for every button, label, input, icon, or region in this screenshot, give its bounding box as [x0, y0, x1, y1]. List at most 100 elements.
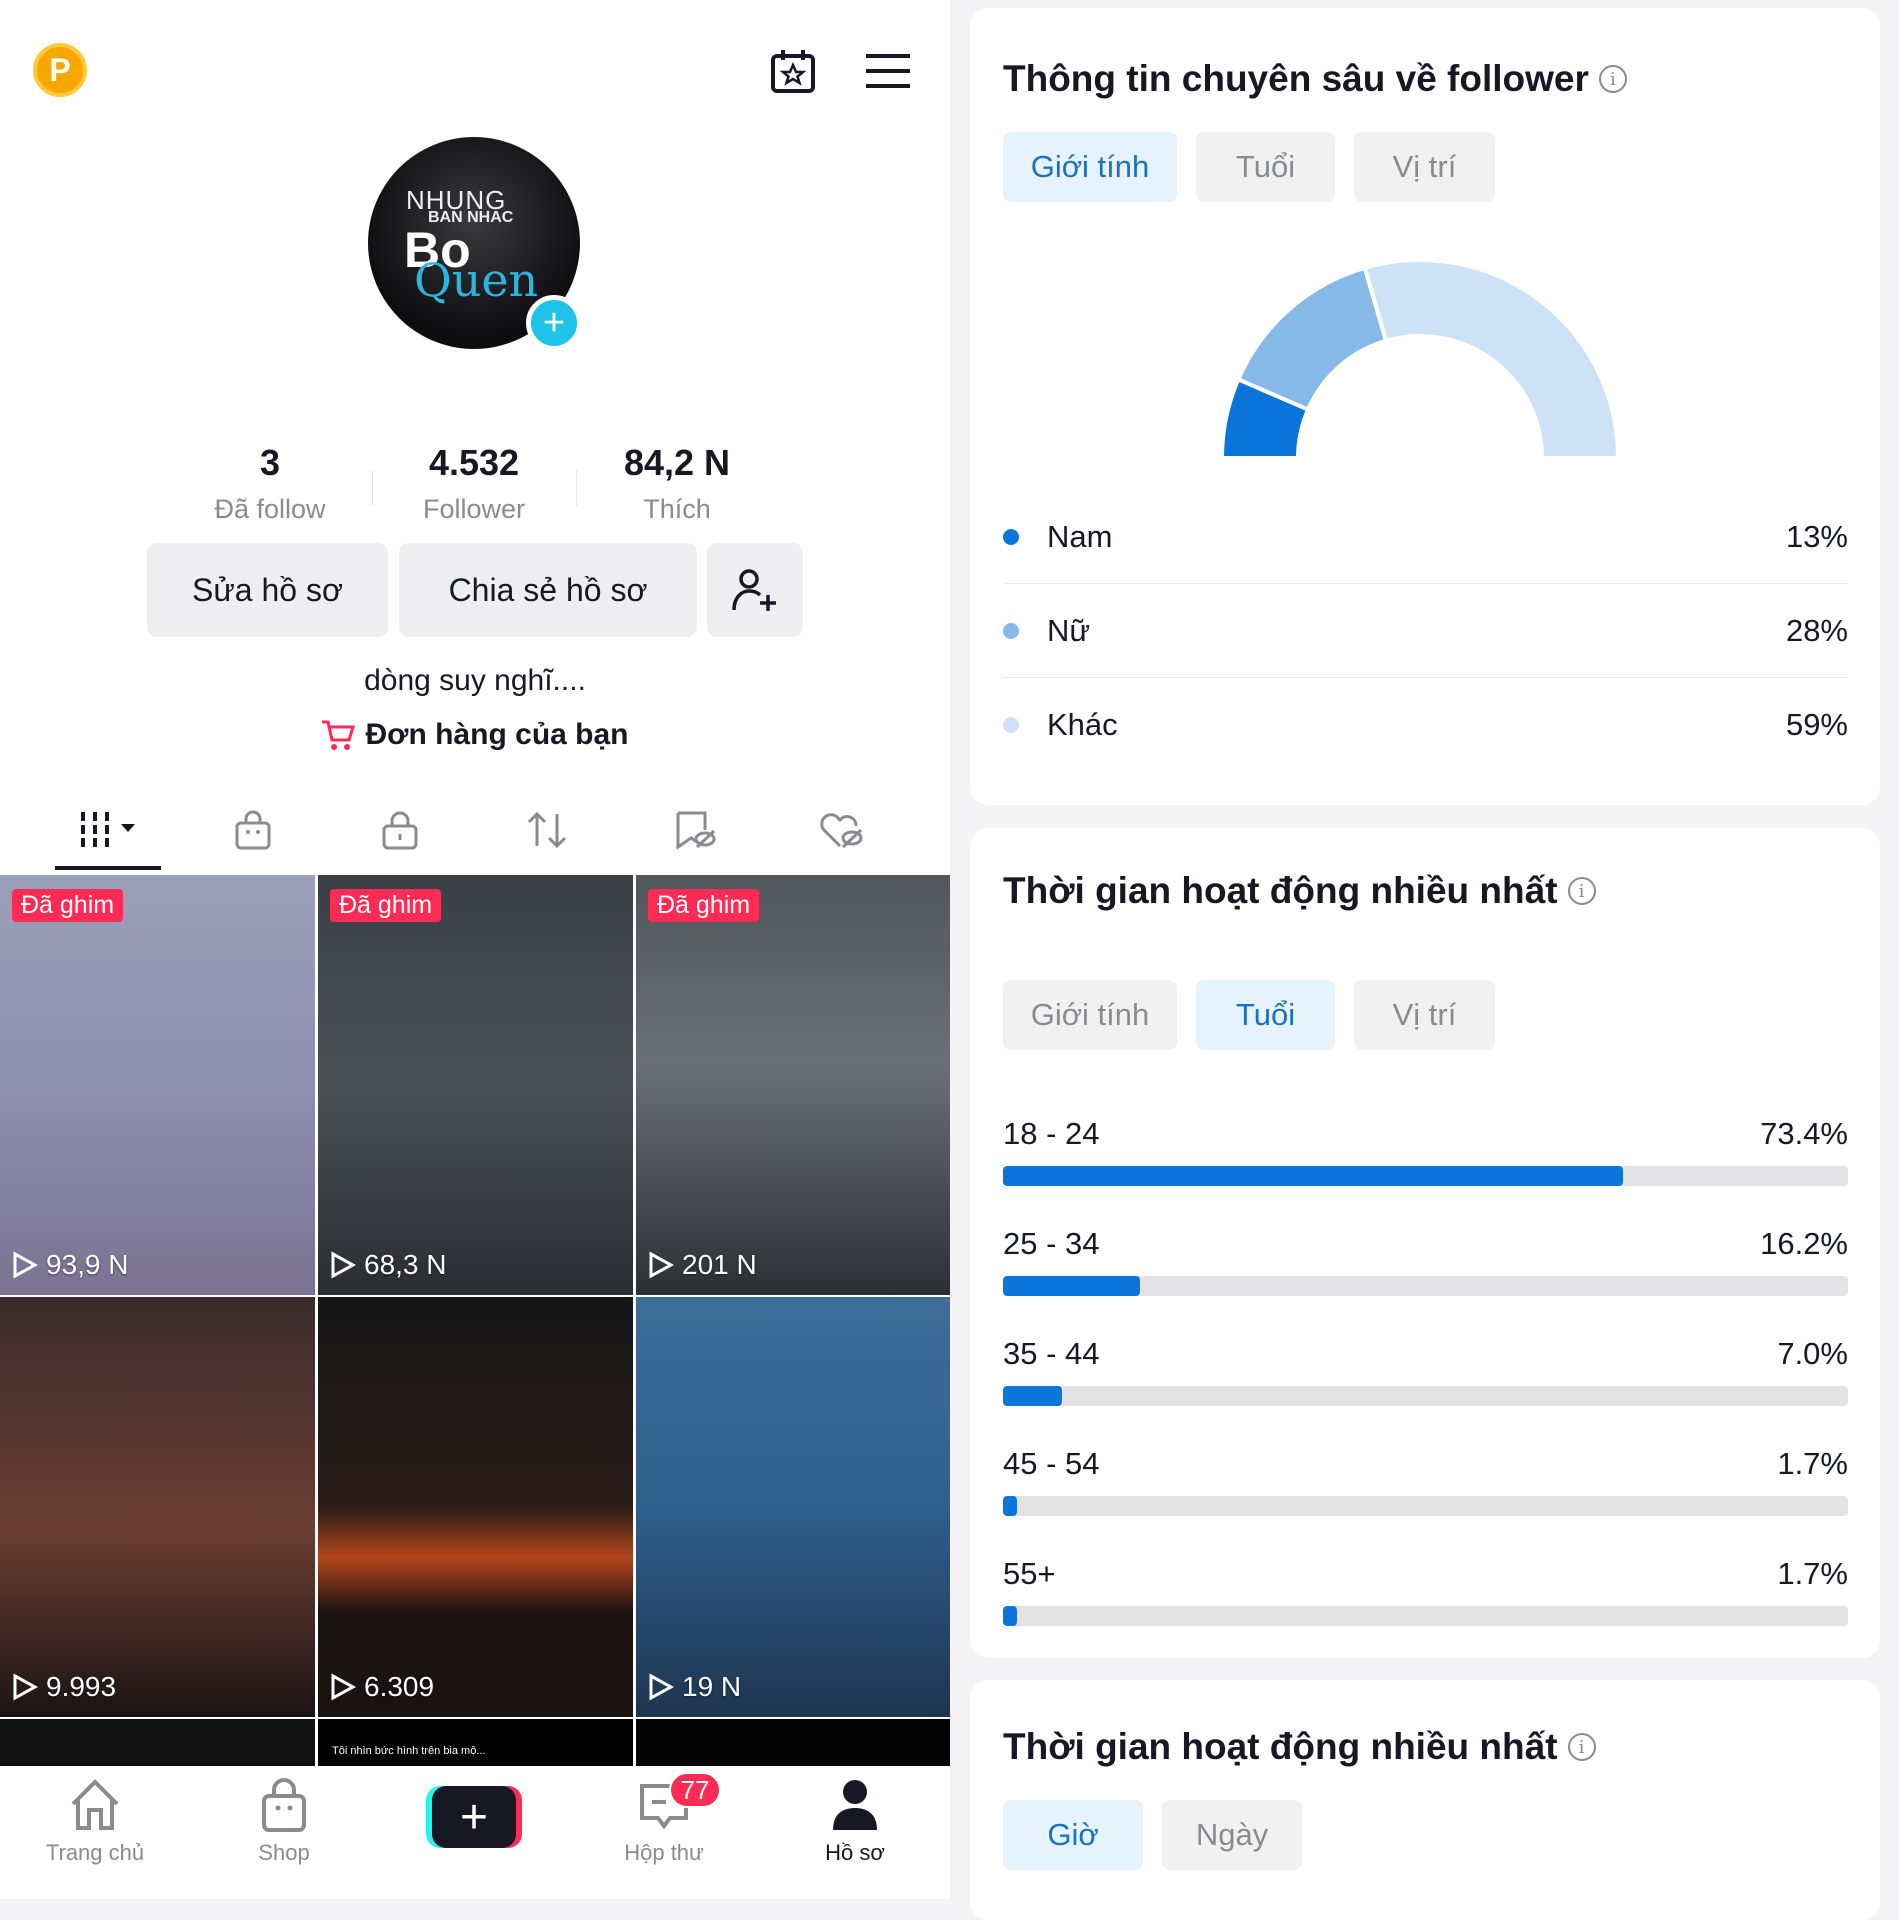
view-count: 201 N — [648, 1249, 757, 1281]
create-plus-icon: + — [432, 1786, 516, 1848]
info-icon[interactable]: i — [1567, 877, 1596, 905]
age-percent: 1.7% — [1777, 1446, 1848, 1481]
video-thumbnail[interactable]: 9.993 — [0, 1297, 315, 1717]
age-percent: 16.2% — [1760, 1226, 1848, 1261]
analytics-panel: Thông tin chuyên sâu về follower i Giới t… — [960, 0, 1899, 1920]
create-button[interactable]: + — [426, 1786, 522, 1848]
follower-insights-card: Thông tin chuyên sâu về follower i Giới t… — [970, 8, 1880, 805]
pinned-badge: Đã ghim — [648, 889, 760, 922]
tab-shop[interactable] — [223, 805, 283, 855]
tab-private[interactable] — [370, 805, 430, 855]
bookmark-hidden-icon — [676, 811, 716, 850]
card-title: Thời gian hoạt động nhiều nhất i — [1003, 1726, 1596, 1768]
play-icon — [331, 1251, 356, 1279]
age-bar-row: 25 - 34 16.2% — [1003, 1226, 1848, 1326]
home-icon — [71, 1779, 119, 1830]
tab-liked[interactable] — [812, 805, 872, 855]
stat-followers[interactable]: 4.532 Follower — [374, 442, 574, 525]
coin-icon[interactable]: P — [33, 43, 87, 97]
bar-track — [1003, 1606, 1848, 1626]
menu-icon[interactable] — [866, 54, 910, 88]
orders-link[interactable]: Đơn hàng của bạn — [0, 718, 950, 752]
add-person-icon — [732, 569, 776, 611]
legend-dot — [1003, 622, 1019, 639]
add-story-plus-icon[interactable]: + — [526, 295, 582, 351]
calendar-star-icon[interactable] — [770, 48, 816, 94]
video-thumbnail[interactable]: Đã ghim 201 N — [636, 875, 950, 1295]
age-bar-row: 55+ 1.7% — [1003, 1556, 1848, 1656]
video-thumbnail[interactable]: 6.309 — [318, 1297, 633, 1717]
pinned-badge: Đã ghim — [12, 889, 124, 922]
video-thumbnail[interactable]: Đã ghim 93,9 N — [0, 875, 315, 1295]
legend-row: Khác 59% — [1003, 678, 1848, 771]
cart-icon — [322, 720, 356, 750]
age-percent: 73.4% — [1760, 1116, 1848, 1151]
tab-age[interactable]: Tuổi — [1196, 132, 1335, 202]
legend-dot — [1003, 716, 1019, 733]
activity-time-card: Thời gian hoạt động nhiều nhất i Giờ Ngày — [970, 1680, 1880, 1920]
bio-text: dòng suy nghĩ.... — [364, 664, 586, 697]
legend-row: Nam 13% — [1003, 490, 1848, 583]
lock-icon — [382, 811, 418, 850]
view-count: 93,9 N — [12, 1249, 129, 1281]
repost-icon — [527, 811, 567, 849]
grid-dropdown-icon — [81, 812, 135, 847]
bar-fill — [1003, 1276, 1140, 1296]
play-icon — [13, 1673, 38, 1701]
gender-donut-chart — [1219, 258, 1621, 460]
tab-age[interactable]: Tuổi — [1196, 980, 1335, 1050]
shop-bag-icon — [235, 810, 271, 850]
age-label: 25 - 34 — [1003, 1226, 1100, 1261]
profile-icon — [833, 1780, 877, 1830]
tab-favorites[interactable] — [665, 805, 725, 855]
tab-hour[interactable]: Giờ — [1003, 1800, 1143, 1870]
legend-row: Nữ 28% — [1003, 584, 1848, 677]
share-profile-button[interactable]: Chia sẻ hồ sơ — [399, 543, 697, 637]
activity-age-card: Thời gian hoạt động nhiều nhất i Giới tín… — [970, 828, 1880, 1658]
video-thumbnail[interactable]: 19 N — [636, 1297, 950, 1717]
nav-profile[interactable]: Hồ sơ — [760, 1766, 950, 1899]
pinned-badge: Đã ghim — [330, 889, 442, 922]
tab-gender[interactable]: Giới tính — [1003, 132, 1177, 202]
view-count: 19 N — [648, 1671, 741, 1703]
tab-location[interactable]: Vị trí — [1354, 980, 1495, 1050]
age-label: 45 - 54 — [1003, 1446, 1100, 1481]
unread-badge: 77 — [669, 1772, 721, 1808]
profile-screen: P NHUNG BAN NHAC Bo Quen + 3 Đã follow 4.… — [0, 0, 950, 1899]
edit-profile-button[interactable]: Sửa hồ sơ — [147, 543, 388, 637]
tab-day[interactable]: Ngày — [1162, 1800, 1302, 1870]
bar-track — [1003, 1166, 1848, 1186]
view-count: 9.993 — [12, 1671, 116, 1703]
age-label: 55+ — [1003, 1556, 1056, 1591]
nav-home[interactable]: Trang chủ — [0, 1766, 190, 1899]
stat-likes[interactable]: 84,2 N Thích — [577, 442, 777, 525]
play-icon — [649, 1251, 674, 1279]
info-icon[interactable]: i — [1598, 65, 1627, 93]
bar-fill — [1003, 1606, 1018, 1626]
age-percent: 7.0% — [1777, 1336, 1848, 1371]
video-thumbnail[interactable] — [636, 1719, 950, 1766]
tab-gender[interactable]: Giới tính — [1003, 980, 1177, 1050]
video-thumbnail[interactable] — [0, 1719, 315, 1766]
bar-fill — [1003, 1496, 1018, 1516]
age-bar-row: 35 - 44 7.0% — [1003, 1336, 1848, 1436]
bar-fill — [1003, 1386, 1063, 1406]
age-label: 35 - 44 — [1003, 1336, 1100, 1371]
tab-videos[interactable] — [70, 805, 150, 855]
nav-inbox[interactable]: 77 Hộp thư — [569, 1766, 759, 1899]
nav-shop[interactable]: Shop — [189, 1766, 379, 1899]
heart-hidden-icon — [820, 813, 863, 849]
bar-fill — [1003, 1166, 1624, 1186]
view-count: 6.309 — [330, 1671, 434, 1703]
bar-track — [1003, 1496, 1848, 1516]
age-bar-row: 45 - 54 1.7% — [1003, 1446, 1848, 1546]
shop-bag-icon — [262, 1778, 306, 1832]
video-thumbnail[interactable]: Đã ghim 68,3 N — [318, 875, 633, 1295]
tab-reposts[interactable] — [517, 805, 577, 855]
video-thumbnail[interactable]: Tôi nhìn bức hình trên bia mộ... — [318, 1719, 633, 1766]
card-title: Thời gian hoạt động nhiều nhất i — [1003, 870, 1596, 912]
stat-following[interactable]: 3 Đã follow — [170, 442, 370, 525]
info-icon[interactable]: i — [1567, 1733, 1596, 1761]
add-friend-button[interactable] — [707, 543, 803, 637]
tab-location[interactable]: Vị trí — [1354, 132, 1495, 202]
